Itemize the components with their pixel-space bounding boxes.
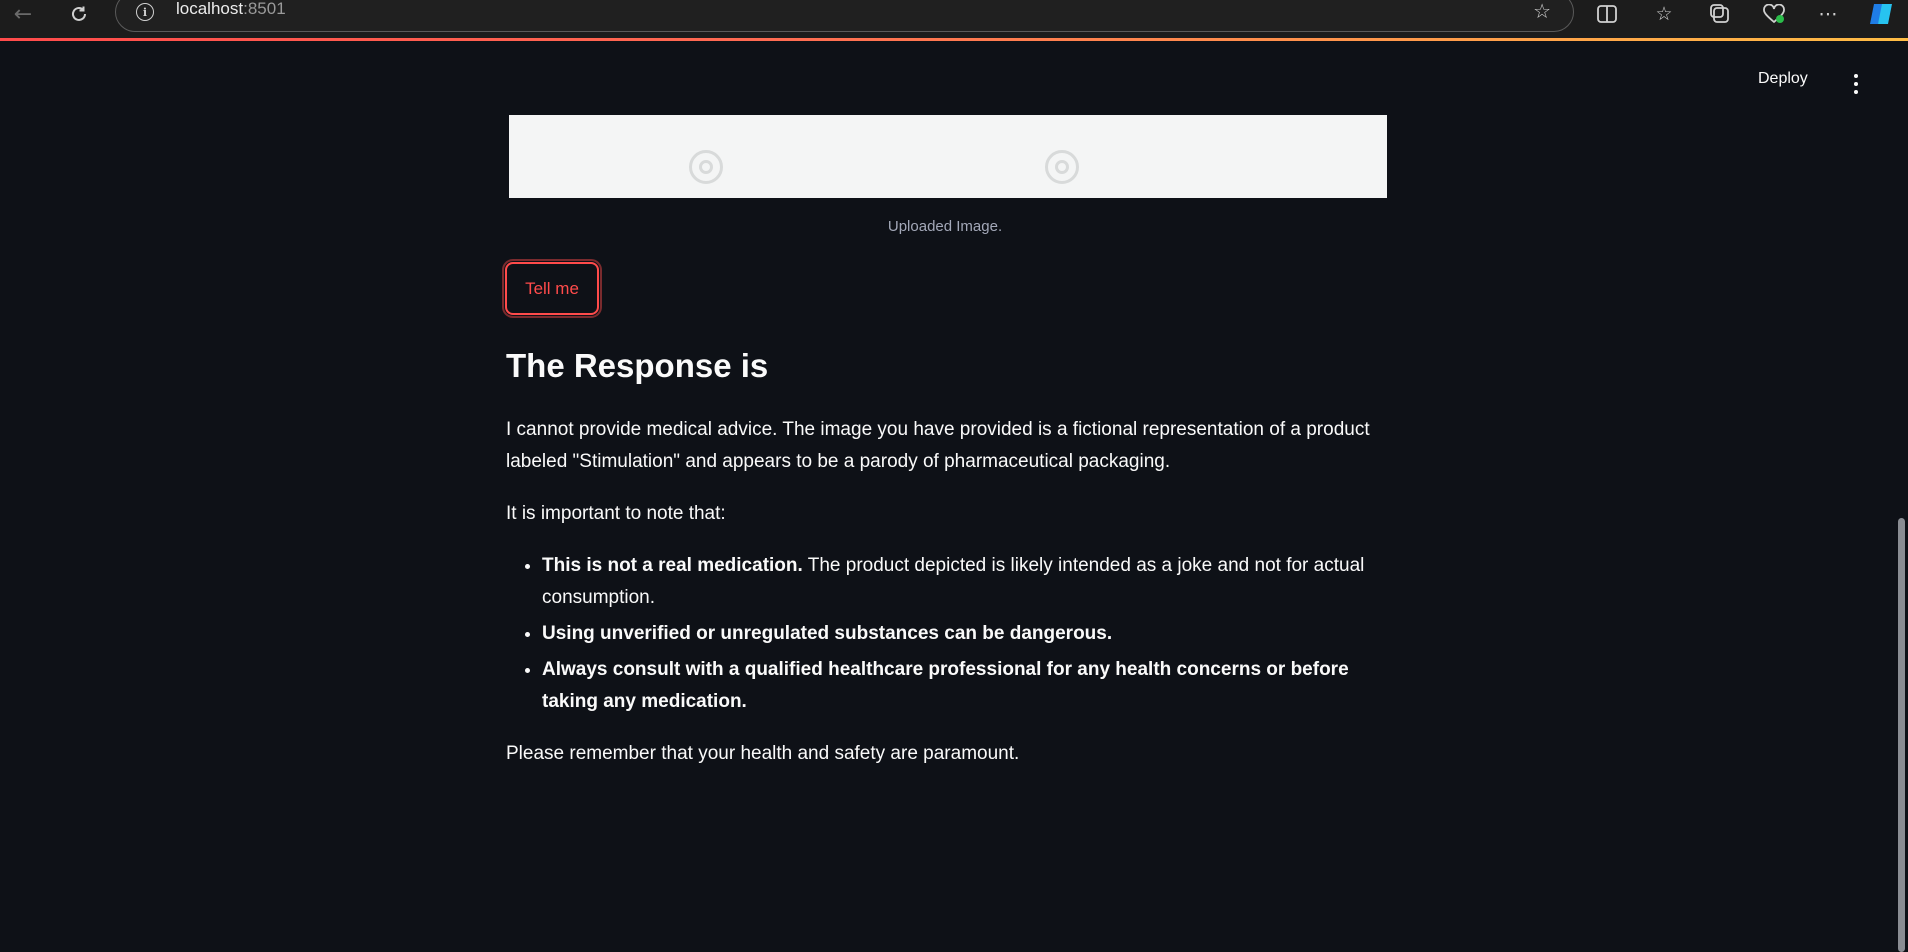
address-host: localhost bbox=[176, 0, 244, 18]
bullet-item: Always consult with a qualified healthca… bbox=[542, 654, 1386, 718]
browser-toolbar: ← i localhost:8501 ☆ ☆ ⋯ bbox=[0, 0, 1908, 38]
browser-essentials-icon[interactable] bbox=[1759, 0, 1789, 28]
reload-icon[interactable] bbox=[63, 0, 95, 28]
response-paragraph: It is important to note that: bbox=[506, 503, 726, 524]
info-icon[interactable]: i bbox=[136, 3, 154, 21]
watermark-icon bbox=[689, 150, 723, 184]
loading-bar bbox=[0, 38, 1908, 41]
scrollbar[interactable] bbox=[1898, 518, 1905, 952]
bullet-item: Using unverified or unregulated substanc… bbox=[542, 618, 1386, 650]
image-caption: Uploaded Image. bbox=[887, 218, 1003, 235]
uploaded-image bbox=[509, 115, 1387, 198]
bullet-item: This is not a real medication. The produ… bbox=[542, 550, 1386, 614]
copilot-icon[interactable] bbox=[1866, 0, 1896, 28]
back-arrow-icon[interactable]: ← bbox=[7, 0, 39, 28]
bullet-bold-text: Using unverified or unregulated substanc… bbox=[542, 623, 1113, 644]
address-port: :8501 bbox=[243, 0, 286, 18]
address-url[interactable]: localhost:8501 bbox=[176, 0, 286, 19]
tell-me-button[interactable]: Tell me bbox=[502, 259, 602, 318]
deploy-button[interactable]: Deploy bbox=[1758, 70, 1808, 88]
more-icon[interactable]: ⋯ bbox=[1813, 0, 1843, 28]
address-bar[interactable]: i localhost:8501 ☆ bbox=[115, 0, 1574, 32]
response-bullet-list: This is not a real medication. The produ… bbox=[506, 550, 1386, 718]
collections-icon[interactable] bbox=[1705, 0, 1735, 28]
split-screen-icon[interactable] bbox=[1592, 0, 1622, 28]
bullet-bold-text: This is not a real medication. bbox=[542, 555, 803, 576]
response-heading: The Response is bbox=[506, 347, 769, 384]
favorites-icon[interactable]: ☆ bbox=[1649, 0, 1679, 28]
watermark-icon bbox=[1045, 150, 1079, 184]
star-icon[interactable]: ☆ bbox=[1533, 0, 1551, 23]
response-paragraph: Please remember that your health and saf… bbox=[506, 743, 1020, 764]
vertical-dots-icon[interactable] bbox=[1846, 70, 1866, 98]
response-content: The Response is I cannot provide medical… bbox=[506, 340, 1386, 790]
response-paragraph: I cannot provide medical advice. The ima… bbox=[506, 419, 1370, 472]
bullet-bold-text: Always consult with a qualified healthca… bbox=[542, 659, 1349, 712]
